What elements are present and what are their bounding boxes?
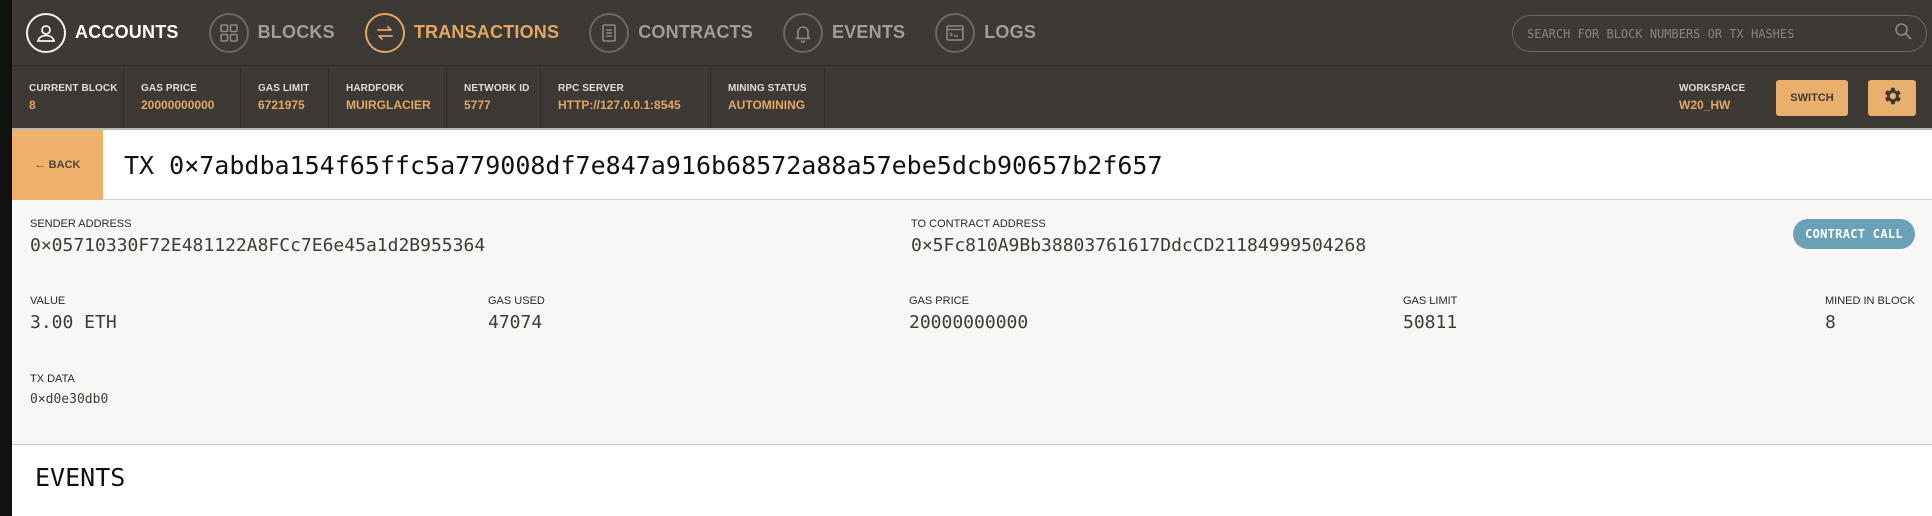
- nav-blocks-label: BLOCKS: [257, 22, 335, 42]
- field-value: 3.00 ETH: [30, 312, 117, 333]
- stat-label: NETWORK ID: [464, 83, 530, 94]
- nav-events-label: EVENTS: [832, 22, 906, 42]
- workspace-info: WORKSPACE W20_HW: [1679, 66, 1745, 129]
- stat-label: RPC SERVER: [558, 83, 624, 94]
- value-field: VALUE 3.00 ETH: [30, 295, 117, 333]
- settings-button[interactable]: [1868, 80, 1916, 116]
- events-section: EVENTS: [12, 445, 1932, 516]
- field-label: VALUE: [30, 295, 66, 307]
- stat-value: 6721975: [258, 98, 305, 112]
- search-box: [1512, 15, 1927, 52]
- field-value: 47074: [488, 312, 543, 333]
- field-value: 20000000000: [909, 312, 1029, 333]
- stat-label: GAS LIMIT: [258, 83, 310, 94]
- field-label: GAS PRICE: [909, 295, 969, 307]
- nav-blocks[interactable]: BLOCKS: [195, 0, 335, 65]
- nav-accounts[interactable]: ACCOUNTS: [12, 0, 179, 65]
- workspace-name: W20_HW: [1679, 98, 1731, 112]
- nav-events[interactable]: EVENTS: [769, 0, 905, 65]
- bell-icon: [783, 12, 824, 53]
- stat-gas-limit: GAS LIMIT 6721975: [241, 66, 329, 129]
- window-edge: [0, 0, 12, 516]
- status-bar: CURRENT BLOCK 8 GAS PRICE 20000000000 GA…: [12, 65, 1932, 129]
- stat-hardfork: HARDFORK MUIRGLACIER: [329, 66, 447, 129]
- field-value: 50811: [1403, 312, 1458, 333]
- nav-logs[interactable]: LOGS: [921, 0, 1036, 65]
- field-value: 8: [1825, 312, 1836, 333]
- contract-call-badge: CONTRACT CALL: [1793, 219, 1915, 249]
- field-value: 0×05710330F72E481122A8FCc7E6e45a1d2B9553…: [30, 235, 486, 256]
- stat-rpc-server: RPC SERVER HTTP://127.0.0.1:8545: [541, 66, 711, 129]
- stat-value: HTTP://127.0.0.1:8545: [558, 98, 681, 112]
- stat-label: HARDFORK: [346, 83, 405, 94]
- to-contract-address: TO CONTRACT ADDRESS 0×5Fc810A9Bb38803761…: [911, 218, 1366, 256]
- gear-icon: [1881, 85, 1903, 112]
- transaction-header: ← BACK TX 0×7abdba154f65ffc5a779008df7e8…: [12, 128, 1932, 200]
- terminal-icon: [935, 12, 976, 53]
- stat-value: 5777: [464, 98, 491, 112]
- field-value: 0×d0e30db0: [30, 392, 109, 407]
- nav-transactions[interactable]: TRANSACTIONS: [351, 0, 559, 65]
- nav-contracts[interactable]: CONTRACTS: [575, 0, 753, 65]
- field-value: 0×5Fc810A9Bb38803761617DdcCD211849995042…: [911, 235, 1367, 256]
- workspace-label: WORKSPACE: [1679, 83, 1746, 94]
- transfer-icon: [364, 12, 405, 53]
- user-icon: [26, 12, 66, 53]
- gas-limit-field: GAS LIMIT 50811: [1403, 295, 1457, 333]
- field-label: GAS USED: [488, 295, 545, 307]
- blocks-icon: [208, 12, 249, 53]
- mined-in-block-field: MINED IN BLOCK 8: [1825, 295, 1915, 333]
- tx-data-field: TX DATA 0×d0e30db0: [30, 373, 108, 407]
- nav-contracts-label: CONTRACTS: [638, 22, 754, 42]
- stat-label: CURRENT BLOCK: [29, 83, 118, 94]
- top-nav: ACCOUNTS BLOCKS TRANSACTIONS CONTRACTS E…: [12, 0, 1932, 65]
- sender-address: SENDER ADDRESS 0×05710330F72E481122A8FCc…: [30, 218, 485, 256]
- field-label: TO CONTRACT ADDRESS: [911, 218, 1046, 230]
- stat-value: 20000000000: [141, 98, 215, 112]
- stat-network-id: NETWORK ID 5777: [447, 66, 541, 129]
- transaction-details: SENDER ADDRESS 0×05710330F72E481122A8FCc…: [12, 200, 1932, 445]
- stat-current-block: CURRENT BLOCK 8: [12, 66, 124, 129]
- page-title: TX 0×7abdba154f65ffc5a779008df7e847a916b…: [124, 150, 1163, 180]
- events-title: EVENTS: [35, 463, 126, 492]
- gas-used-field: GAS USED 47074: [488, 295, 545, 333]
- stat-label: MINING STATUS: [728, 83, 807, 94]
- nav-transactions-label: TRANSACTIONS: [413, 22, 560, 42]
- stat-mining-status: MINING STATUS AUTOMINING: [711, 66, 825, 129]
- gas-price-field: GAS PRICE 20000000000: [909, 295, 1028, 333]
- switch-button[interactable]: SWITCH: [1776, 80, 1848, 116]
- stat-value: AUTOMINING: [728, 98, 806, 112]
- back-button[interactable]: ← BACK: [12, 130, 103, 200]
- search-input[interactable]: [1527, 26, 1894, 41]
- field-label: GAS LIMIT: [1403, 295, 1458, 307]
- stat-gas-price: GAS PRICE 20000000000: [124, 66, 241, 129]
- nav-accounts-label: ACCOUNTS: [75, 22, 179, 42]
- field-label: SENDER ADDRESS: [30, 218, 132, 230]
- nav-logs-label: LOGS: [984, 22, 1037, 42]
- search-icon[interactable]: [1894, 22, 1912, 45]
- stat-value: 8: [29, 98, 36, 112]
- document-icon: [589, 12, 630, 53]
- stat-label: GAS PRICE: [141, 83, 197, 94]
- field-label: MINED IN BLOCK: [1825, 295, 1915, 307]
- field-label: TX DATA: [30, 373, 75, 385]
- stat-value: MUIRGLACIER: [346, 98, 431, 112]
